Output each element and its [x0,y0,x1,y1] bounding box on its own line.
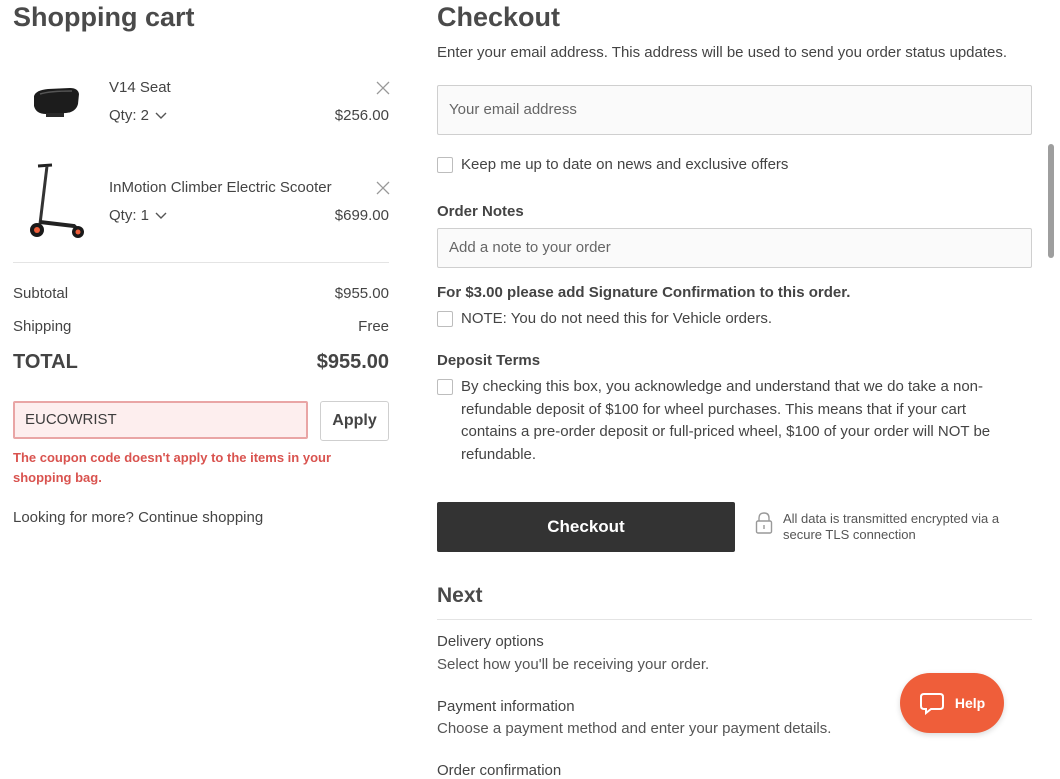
cart-title: Shopping cart [13,2,195,32]
newsletter-row: Keep me up to date on news and exclusive… [437,154,788,177]
shipping-value: Free [358,318,389,335]
deposit-row: By checking this box, you acknowledge an… [437,376,1012,466]
next-title: Next [437,584,483,607]
total-label: TOTAL [13,351,78,373]
newsletter-checkbox[interactable] [437,157,453,173]
qty-selector[interactable]: Qty: 2 [109,107,167,124]
total-value: $955.00 [316,351,389,373]
deposit-terms-text: By checking this box, you acknowledge an… [461,378,991,463]
signature-note: NOTE: You do not need this for Vehicle o… [461,310,773,327]
step-title: Delivery options [437,633,544,650]
signature-row: NOTE: You do not need this for Vehicle o… [437,308,772,331]
step-title: Order confirmation [437,762,562,779]
coupon-input[interactable]: EUCOWRIST [13,401,308,439]
checkout-button[interactable]: Checkout [437,502,735,552]
email-input[interactable]: Your email address [437,85,1032,135]
deposit-checkbox[interactable] [437,379,453,395]
signature-checkbox[interactable] [437,311,453,327]
divider [13,262,389,263]
shipping-label: Shipping [13,318,72,335]
chevron-down-icon [155,212,167,219]
apply-coupon-button[interactable]: Apply [320,401,389,441]
continue-shopping-link[interactable]: Continue shopping [138,509,263,526]
deposit-terms-label: Deposit Terms [437,352,541,369]
help-button[interactable]: Help [900,673,1004,733]
coupon-error-message: The coupon code doesn't apply to the ite… [13,450,332,485]
continue-prefix: Looking for more? [13,509,134,526]
cart-item-name[interactable]: InMotion Climber Electric Scooter [109,179,332,196]
product-thumbnail-seat[interactable] [26,80,86,124]
subtotal-value: $955.00 [334,285,389,302]
chat-bubble-icon [919,693,944,715]
qty-selector[interactable]: Qty: 1 [109,207,167,224]
step-description: Select how you'll be receiving your orde… [437,656,710,673]
continue-shopping-row: Looking for more? Continue shopping [13,509,263,526]
lock-icon [755,512,773,534]
divider [437,619,1032,620]
qty-label: Qty: 2 [109,107,150,124]
chevron-down-icon [155,112,167,119]
cart-item-name[interactable]: V14 Seat [109,79,171,96]
secure-text: All data is transmitted encrypted via a … [783,511,1000,542]
close-icon[interactable] [376,81,390,95]
product-thumbnail-scooter[interactable] [16,162,88,240]
cart-item-price: $256.00 [334,107,389,124]
subtotal-label: Subtotal [13,285,69,302]
newsletter-label: Keep me up to date on news and exclusive… [461,156,789,173]
qty-label: Qty: 1 [109,207,150,224]
email-intro-text: Enter your email address. This address w… [437,44,1008,61]
step-title: Payment information [437,698,575,715]
help-label: Help [954,695,986,711]
checkout-title: Checkout [437,2,561,32]
order-notes-label: Order Notes [437,203,524,220]
close-icon[interactable] [376,181,390,195]
order-notes-input[interactable]: Add a note to your order [437,228,1032,268]
signature-confirmation-label: For $3.00 please add Signature Confirmat… [437,284,851,301]
step-description: Choose a payment method and enter your p… [437,720,832,737]
scrollbar[interactable] [1048,144,1054,258]
secure-notice: All data is transmitted encrypted via a … [755,511,1013,543]
cart-item-price: $699.00 [334,207,389,224]
